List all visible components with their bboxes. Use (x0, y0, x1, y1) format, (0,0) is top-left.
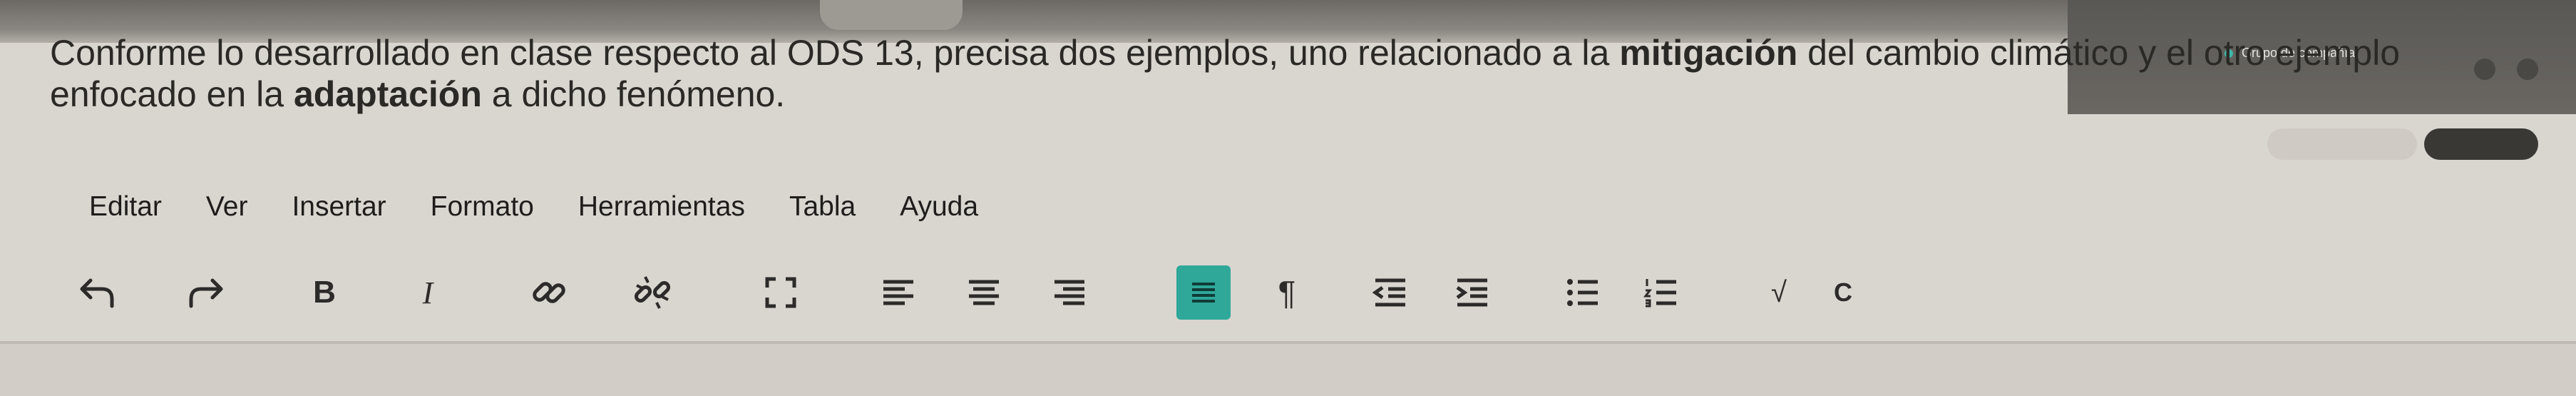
primary-pill-button[interactable] (2424, 128, 2538, 160)
menu-herramientas[interactable]: Herramientas (578, 191, 745, 223)
unlink-icon[interactable] (627, 257, 677, 328)
bold-button[interactable]: B (303, 257, 346, 328)
editor-content-area[interactable] (0, 344, 2576, 396)
align-left-icon[interactable] (877, 257, 920, 328)
menu-ver[interactable]: Ver (206, 191, 248, 223)
outdent-icon[interactable] (1369, 257, 1412, 328)
undo-icon[interactable] (71, 257, 121, 328)
paragraph-direction-icon[interactable]: ¶ (1262, 257, 1312, 328)
numbered-list-icon[interactable] (1640, 257, 1683, 328)
question-line-2: enfocado en la adaptación a dicho fenóme… (50, 74, 786, 114)
formula-icon[interactable]: √ (1761, 257, 1797, 328)
editor-menubar: Editar Ver Insertar Formato Herramientas… (89, 191, 1022, 223)
fullscreen-icon[interactable] (756, 257, 806, 328)
italic-button[interactable]: I (406, 257, 449, 328)
browser-tab[interactable] (820, 0, 963, 30)
highlight-button[interactable]: C (1825, 257, 1861, 328)
redo-icon[interactable] (182, 257, 232, 328)
user-icon[interactable] (2474, 59, 2495, 80)
menu-ayuda[interactable]: Ayuda (900, 191, 978, 223)
menu-insertar[interactable]: Insertar (292, 191, 386, 223)
question-text: Conforme lo desarrollado en clase respec… (50, 32, 2474, 115)
menu-formato[interactable]: Formato (431, 191, 534, 223)
justify-button-active[interactable] (1176, 265, 1231, 320)
bullet-list-icon[interactable] (1561, 257, 1604, 328)
align-right-icon[interactable] (1048, 257, 1091, 328)
editor-toolbar: B I ¶ √ C (57, 257, 2517, 335)
menu-editar[interactable]: Editar (89, 191, 162, 223)
question-line-1: Conforme lo desarrollado en clase respec… (50, 33, 2401, 73)
align-center-icon[interactable] (963, 257, 1005, 328)
link-icon[interactable] (524, 257, 574, 328)
menu-tabla[interactable]: Tabla (789, 191, 856, 223)
menu-icon[interactable] (2517, 59, 2538, 80)
indent-icon[interactable] (1451, 257, 1494, 328)
secondary-pill-button[interactable] (2267, 128, 2417, 160)
